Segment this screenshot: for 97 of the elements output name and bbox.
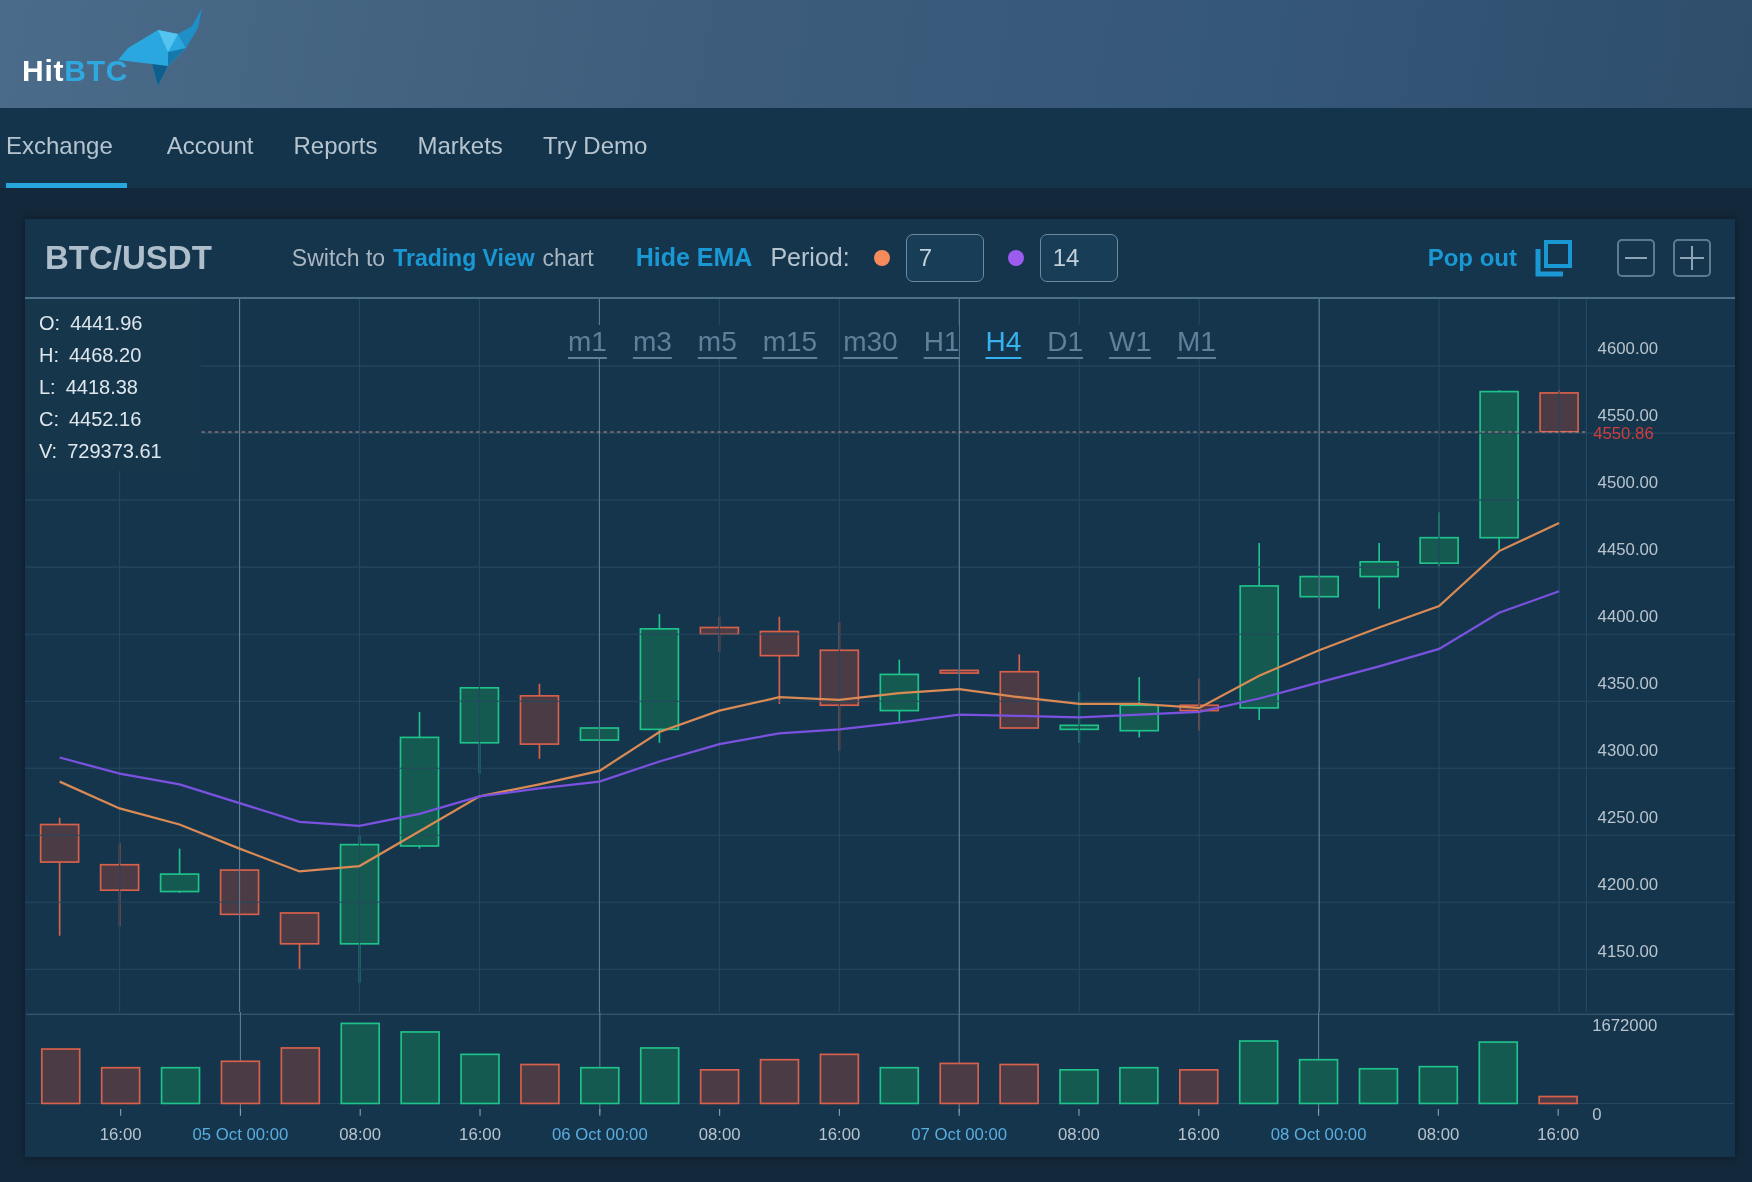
- axis-label: 16:00: [99, 1125, 142, 1145]
- zoom-out-button[interactable]: [1617, 239, 1655, 277]
- axis-label: 4450.00: [1597, 539, 1659, 559]
- volume-bar: [280, 1047, 321, 1105]
- ohlc-label: L:: [39, 375, 56, 399]
- axis-label: 06 Oct 00:00: [551, 1125, 648, 1145]
- axis-label: 08:00: [1058, 1125, 1100, 1145]
- ohlc-value: 729373.61: [67, 439, 162, 463]
- axis-label: 4300.00: [1597, 740, 1659, 760]
- candlestick: [279, 912, 320, 971]
- ohlc-label: O:: [39, 311, 61, 335]
- pop-out-button[interactable]: Pop out: [1427, 239, 1573, 277]
- candlestick: [1299, 575, 1339, 598]
- axis-label: 4400.00: [1597, 606, 1659, 626]
- axis-label: 4500.00: [1597, 472, 1659, 492]
- ohlc-value: 4441.96: [70, 311, 143, 335]
- axis-label: 4250.00: [1597, 807, 1659, 827]
- axis-label: 4600.00: [1597, 338, 1659, 358]
- volume-bar: [460, 1053, 500, 1105]
- timeframe-link[interactable]: H1: [923, 325, 960, 359]
- volume-bar: [580, 1067, 620, 1105]
- ohlc-label: C:: [39, 407, 59, 431]
- volume-bar: [160, 1067, 201, 1105]
- axis-label: 16:00: [1177, 1125, 1220, 1145]
- volume-bar: [1478, 1041, 1519, 1105]
- nav-tab[interactable]: Reports: [293, 108, 378, 188]
- timeframe-link[interactable]: D1: [1047, 325, 1084, 359]
- timeframe-link[interactable]: M1: [1177, 325, 1216, 359]
- period-input[interactable]: 7: [905, 234, 984, 282]
- axis-label: 07 Oct 00:00: [911, 1125, 1008, 1145]
- volume-bar: [40, 1048, 81, 1105]
- volume-bar: [1179, 1069, 1219, 1105]
- volume-bar: [939, 1062, 979, 1105]
- axis-label: 4200.00: [1597, 874, 1659, 894]
- axis-label: 08 Oct 00:00: [1270, 1125, 1367, 1145]
- candlestick: [219, 869, 260, 916]
- candlestick: [1539, 389, 1579, 433]
- volume-bar: [100, 1067, 141, 1105]
- axis-label: 16:00: [459, 1125, 501, 1145]
- candlestick: [1359, 542, 1399, 610]
- candlestick: [939, 669, 980, 674]
- period-input[interactable]: 14: [1039, 234, 1118, 282]
- ohlc-value: 4452.16: [69, 407, 142, 431]
- volume-bar: [1538, 1095, 1578, 1105]
- candlestick: [1119, 676, 1160, 739]
- ohlc-label: V:: [39, 439, 58, 463]
- switch-text: chart: [542, 243, 594, 273]
- period-label: Period:: [770, 242, 850, 274]
- price-label: 4550.86: [1593, 423, 1654, 443]
- volume-bar: [879, 1067, 920, 1105]
- timeframe-link[interactable]: m1: [568, 325, 607, 359]
- logo-text: HitBTC: [22, 56, 129, 86]
- ohlc-label: H:: [39, 343, 59, 367]
- volume-bar: [1358, 1068, 1399, 1105]
- hide-ema-button[interactable]: Hide EMA: [635, 239, 753, 277]
- candlestick: [579, 727, 620, 741]
- volume-bar: [759, 1059, 800, 1105]
- volume-bar: [999, 1063, 1039, 1105]
- axis-label: 16:00: [818, 1125, 861, 1145]
- axis-label: 4350.00: [1597, 673, 1659, 693]
- candlestick: [1179, 677, 1220, 732]
- volume-bar: [220, 1060, 261, 1105]
- ohlc-value: 4468.20: [69, 343, 142, 367]
- volume-bar: [1418, 1066, 1459, 1105]
- nav-tab[interactable]: Try Demo: [542, 108, 648, 188]
- timeframe-link[interactable]: m5: [697, 325, 737, 359]
- axis-label: 1672000: [1592, 1016, 1658, 1036]
- nav-tab[interactable]: Exchange: [6, 108, 127, 188]
- ohlc-value: 4418.38: [65, 375, 138, 399]
- pair-title: BTC/USDT: [45, 238, 212, 279]
- volume-bar: [520, 1063, 560, 1105]
- axis-label: 08:00: [339, 1125, 382, 1145]
- volume-bar: [639, 1047, 680, 1105]
- axis-label: 08:00: [1417, 1125, 1460, 1145]
- volume-bar: [819, 1053, 860, 1105]
- axis-label: 08:00: [698, 1125, 741, 1145]
- trading-view-link[interactable]: Trading View: [393, 240, 535, 276]
- pop-out-icon: [1535, 239, 1573, 277]
- volume-bar: [1298, 1059, 1339, 1105]
- nav-tab[interactable]: Markets: [417, 108, 503, 188]
- axis-label: 0: [1592, 1105, 1602, 1125]
- volume-bar: [1119, 1067, 1159, 1105]
- axis-label: 16:00: [1537, 1125, 1580, 1145]
- axis-label: 4150.00: [1597, 942, 1659, 961]
- minus-icon: [1625, 257, 1647, 259]
- plus-icon: [1680, 246, 1704, 270]
- candlestick: [159, 847, 200, 894]
- switch-text: Switch to: [291, 243, 386, 273]
- zoom-in-button[interactable]: [1673, 239, 1711, 277]
- volume-bar: [1238, 1040, 1279, 1105]
- volume-bar: [699, 1069, 740, 1105]
- nav-tab[interactable]: Account: [166, 108, 254, 188]
- axis-label: 05 Oct 00:00: [192, 1125, 289, 1145]
- axis-label: 4550.00: [1597, 405, 1659, 425]
- candlestick: [879, 658, 920, 723]
- candlestick: [1059, 691, 1100, 744]
- volume-bar: [1059, 1069, 1099, 1105]
